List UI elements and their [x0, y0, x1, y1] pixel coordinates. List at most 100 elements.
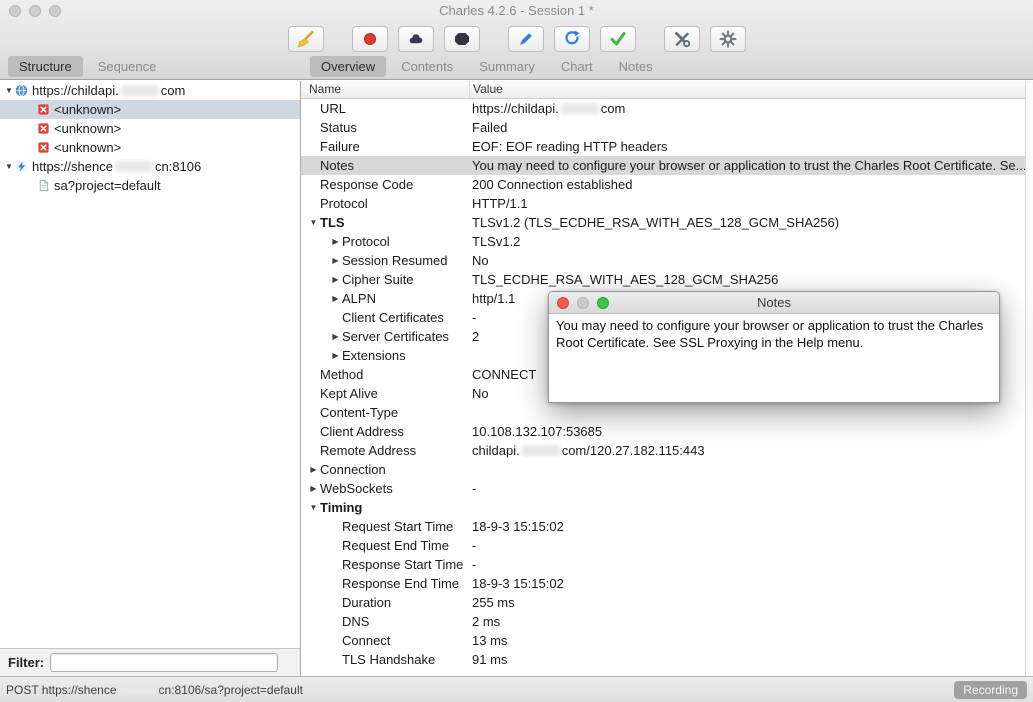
filter-input[interactable]: [50, 653, 279, 672]
table-row[interactable]: Request End Time -: [301, 536, 1033, 555]
gear-icon: [718, 29, 738, 49]
table-row[interactable]: Response Start Time -: [301, 555, 1033, 574]
disclosure-triangle-icon[interactable]: ▶: [329, 275, 342, 284]
notes-popup-controls: [557, 297, 609, 309]
table-row[interactable]: DNS 2 ms: [301, 612, 1033, 631]
table-row[interactable]: Response Code 200 Connection established: [301, 175, 1033, 194]
close-button[interactable]: [9, 5, 21, 17]
column-header-value: Value: [473, 82, 503, 96]
row-value: 91 ms: [472, 652, 508, 667]
tab-overview[interactable]: Overview: [310, 56, 387, 77]
disclosure-triangle-icon[interactable]: ▶: [329, 294, 342, 303]
disclosure-triangle-icon[interactable]: ▼: [3, 86, 15, 95]
popup-zoom-button[interactable]: [597, 297, 609, 309]
table-row[interactable]: ▶ WebSockets -: [301, 479, 1033, 498]
tree-item[interactable]: <unknown>: [0, 100, 300, 119]
row-value: 10.108.132.107:53685: [472, 424, 603, 439]
broom-icon: [296, 29, 316, 49]
table-row[interactable]: Connect 13 ms: [301, 631, 1033, 650]
clear-session-button[interactable]: [287, 25, 324, 52]
tab-chart[interactable]: Chart: [550, 56, 604, 77]
vertical-scrollbar[interactable]: [1025, 81, 1033, 676]
table-row[interactable]: Duration 255 ms: [301, 593, 1033, 612]
disclosure-triangle-icon[interactable]: ▶: [329, 351, 342, 360]
compose-button[interactable]: [507, 25, 544, 52]
filter-bar: Filter:: [0, 648, 300, 676]
table-row[interactable]: ▶ Protocol TLSv1.2: [301, 232, 1033, 251]
disclosure-triangle-icon[interactable]: ▶: [329, 332, 342, 341]
titlebar[interactable]: Charles 4.2.6 - Session 1 *: [0, 0, 1033, 22]
table-row[interactable]: ▼ TLS TLSv1.2 (TLS_ECDHE_RSA_WITH_AES_128_…: [301, 213, 1033, 232]
row-value: EOF: EOF reading HTTP headers: [472, 139, 668, 154]
row-name: ALPN: [342, 291, 376, 306]
table-row[interactable]: ▶ Cipher Suite TLS_ECDHE_RSA_WITH_AES_128_…: [301, 270, 1033, 289]
row-value: TLS_ECDHE_RSA_WITH_AES_128_GCM_SHA256: [472, 272, 779, 287]
breakpoints-button[interactable]: [443, 25, 480, 52]
table-row[interactable]: Response End Time 18-9-3 15:15:02: [301, 574, 1033, 593]
column-header-name: Name: [301, 81, 470, 98]
table-row[interactable]: Protocol HTTP/1.1: [301, 194, 1033, 213]
repeat-button[interactable]: [553, 25, 590, 52]
tree-item[interactable]: ▼ https://shence cn:8106: [0, 157, 300, 176]
table-row[interactable]: ▼ Timing: [301, 498, 1033, 517]
zoom-button[interactable]: [49, 5, 61, 17]
tab-summary[interactable]: Summary: [468, 56, 546, 77]
row-name: TLS: [320, 215, 345, 230]
tools-button[interactable]: [663, 25, 700, 52]
row-value: 18-9-3 15:15:02: [472, 576, 564, 591]
tree-item-label: <unknown>: [54, 102, 122, 117]
tab-structure[interactable]: Structure: [8, 56, 83, 77]
table-row[interactable]: Notes You may need to configure your brow…: [301, 156, 1033, 175]
tab-sequence[interactable]: Sequence: [87, 56, 168, 77]
tree-item[interactable]: ▼ https://childapi. com: [0, 81, 300, 100]
minimize-button[interactable]: [29, 5, 41, 17]
table-row[interactable]: URL https://childapi. com: [301, 99, 1033, 118]
table-row[interactable]: Status Failed: [301, 118, 1033, 137]
notes-popup-body[interactable]: You may need to configure your browser o…: [549, 314, 999, 402]
row-name: Client Certificates: [342, 310, 444, 325]
toolbar-group: [351, 25, 480, 52]
row-name: Duration: [342, 595, 392, 610]
tree-item[interactable]: sa?project=default: [0, 176, 300, 195]
popup-close-button[interactable]: [557, 297, 569, 309]
disclosure-triangle-icon[interactable]: ▼: [307, 503, 320, 512]
row-name: TLS Handshake: [342, 652, 436, 667]
row-value: -: [472, 538, 477, 553]
notes-popup-titlebar[interactable]: Notes: [549, 292, 999, 314]
table-row[interactable]: Content-Type: [301, 403, 1033, 422]
disclosure-triangle-icon[interactable]: ▶: [307, 465, 320, 474]
row-name: Server Certificates: [342, 329, 449, 344]
settings-button[interactable]: [709, 25, 746, 52]
tree-item[interactable]: <unknown>: [0, 119, 300, 138]
table-row[interactable]: Failure EOF: EOF reading HTTP headers: [301, 137, 1033, 156]
table-row[interactable]: ▶ Session Resumed No: [301, 251, 1033, 270]
toolbar-group: [663, 25, 746, 52]
tools-icon: [672, 29, 692, 49]
row-name: Response End Time: [342, 576, 460, 591]
popup-minimize-button[interactable]: [577, 297, 589, 309]
table-row[interactable]: Remote Address childapi. com/120.27.182.11…: [301, 441, 1033, 460]
disclosure-triangle-icon[interactable]: ▶: [329, 237, 342, 246]
table-row[interactable]: Request Start Time 18-9-3 15:15:02: [301, 517, 1033, 536]
row-value: -: [472, 557, 477, 572]
disclosure-triangle-icon[interactable]: ▼: [307, 218, 320, 227]
disclosure-triangle-icon[interactable]: ▶: [307, 484, 320, 493]
row-name: Request Start Time: [342, 519, 454, 534]
table-row[interactable]: Client Address 10.108.132.107:53685: [301, 422, 1033, 441]
table-row[interactable]: TLS Handshake 91 ms: [301, 650, 1033, 669]
tree-item[interactable]: <unknown>: [0, 138, 300, 157]
tab-notes[interactable]: Notes: [608, 56, 664, 77]
tree-item-label: sa?project=default: [54, 178, 161, 193]
window-chrome: Charles 4.2.6 - Session 1 * Structure Seq…: [0, 0, 1033, 80]
disclosure-triangle-icon[interactable]: ▶: [329, 256, 342, 265]
row-name: Connect: [342, 633, 391, 648]
doc-icon: [37, 179, 54, 192]
throttling-button[interactable]: [397, 25, 434, 52]
validate-button[interactable]: [599, 25, 636, 52]
status-bar: POST https://shence cn:8106/sa?project=de…: [0, 676, 1033, 702]
table-row[interactable]: ▶ Connection: [301, 460, 1033, 479]
record-button[interactable]: [351, 25, 388, 52]
tab-contents[interactable]: Contents: [390, 56, 464, 77]
row-name: Response Code: [320, 177, 414, 192]
disclosure-triangle-icon[interactable]: ▼: [3, 162, 15, 171]
